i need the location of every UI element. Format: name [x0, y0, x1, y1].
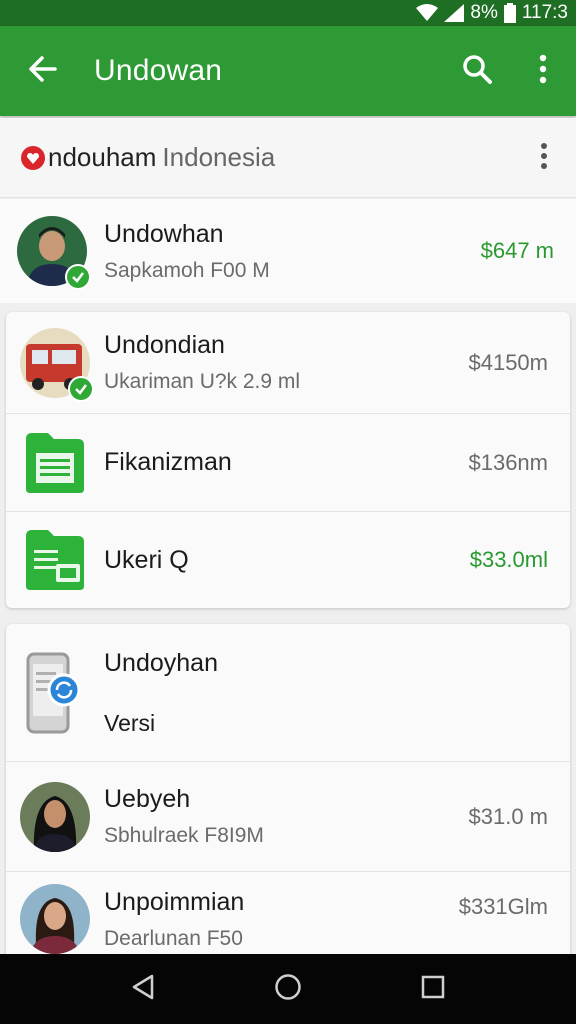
list-item[interactable]: Uebyeh Sbhulraek F8I9M $31.0 m	[6, 762, 570, 872]
search-icon	[461, 53, 493, 90]
wifi-icon	[416, 4, 439, 22]
nav-home-button[interactable]	[258, 959, 318, 1019]
clock-text: 117:3	[521, 2, 568, 23]
item-amount: $31.0 m	[468, 803, 549, 829]
check-icon	[68, 375, 94, 402]
item-subtitle: Dearlunan F50	[104, 927, 243, 950]
item-title: Undoyhan	[104, 648, 218, 677]
brand-title: ndouham	[48, 142, 157, 172]
item-amount: $4150m	[468, 349, 548, 375]
more-vert-icon	[538, 54, 548, 89]
back-button[interactable]	[0, 26, 84, 116]
item-amount: $647 m	[480, 238, 554, 263]
list-top: Undowhan Sapkamoh F00 M $647 m	[0, 199, 576, 303]
item-amount: $331Glm	[458, 894, 548, 919]
section-header: ndouham Indonesia	[0, 118, 576, 198]
app-bar: Undowan	[0, 26, 576, 116]
recents-square-icon	[420, 974, 446, 1005]
check-icon	[65, 264, 91, 290]
nav-recents-button[interactable]	[403, 959, 463, 1019]
document-icon	[6, 431, 104, 495]
list-item[interactable]: Undondian Ukariman U?k 2.9 ml $4150m	[6, 312, 570, 414]
phone-update-icon	[6, 650, 104, 736]
document-card-icon	[6, 528, 104, 592]
more-vert-icon	[539, 142, 549, 175]
home-circle-icon	[274, 973, 302, 1006]
item-amount: $136nm	[468, 449, 548, 475]
system-nav-bar	[0, 954, 576, 1024]
overflow-menu-button[interactable]	[510, 26, 576, 116]
update-row[interactable]: Undoyhan Versi	[6, 624, 570, 762]
status-bar: 8% 117:3	[0, 0, 576, 26]
avatar	[17, 216, 91, 290]
search-button[interactable]	[444, 26, 510, 116]
list-item[interactable]: Unpoimmian Dearlunan F50 $331Glm	[6, 872, 570, 964]
brand-subtitle: Indonesia	[162, 142, 276, 172]
app-title: Undowan	[94, 54, 223, 87]
header-menu-button[interactable]	[526, 136, 562, 180]
bus-avatar	[20, 327, 94, 402]
nav-back-button[interactable]	[113, 959, 173, 1019]
back-triangle-icon	[130, 973, 156, 1006]
signal-icon	[444, 4, 465, 22]
battery-text: 8%	[470, 2, 498, 23]
item-amount: $33.0ml	[469, 547, 548, 572]
arrow-back-icon	[27, 54, 57, 89]
avatar	[20, 781, 90, 852]
avatar	[20, 884, 90, 954]
list-item[interactable]: Undowhan Sapkamoh F00 M $647 m	[0, 199, 576, 303]
heart-logo-icon	[20, 145, 46, 171]
card-transactions: Undondian Ukariman U?k 2.9 ml $4150m Fik…	[6, 312, 570, 608]
list-item[interactable]: Ukeri Q $33.0ml	[6, 512, 570, 608]
battery-icon	[503, 3, 516, 23]
list-item[interactable]: Fikanizman $136nm	[6, 414, 570, 512]
version-label: Versi	[104, 709, 156, 736]
card-updates: Undoyhan Versi Uebyeh Sbhulraek F8I9M $3…	[6, 624, 570, 964]
